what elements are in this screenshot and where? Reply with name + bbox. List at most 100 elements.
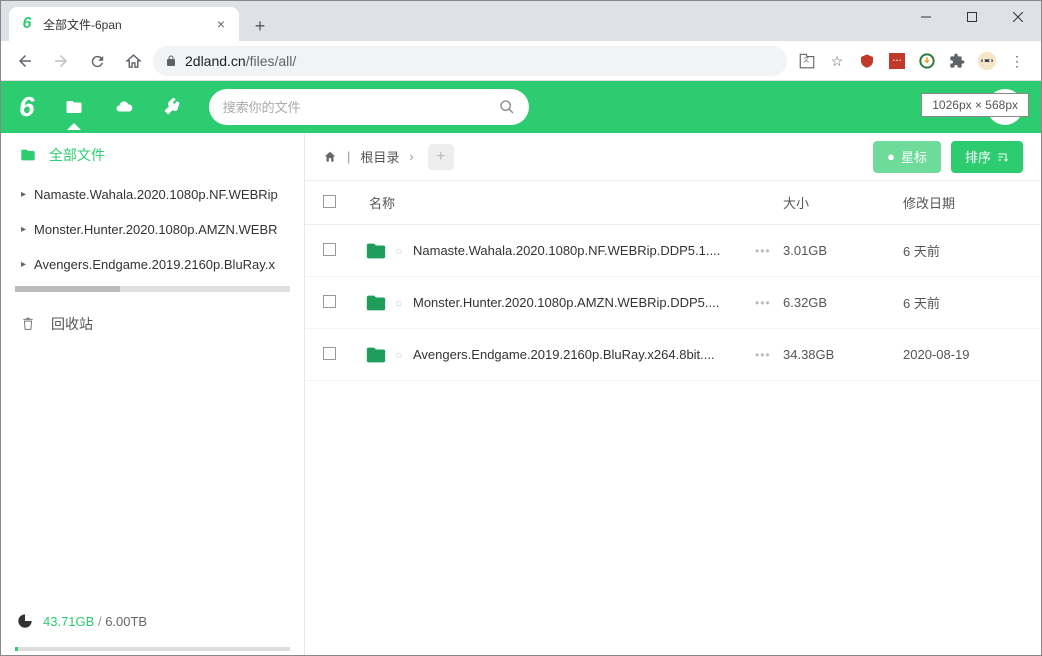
sidebar-item[interactable]: ▸ Monster.Hunter.2020.1080p.AMZN.WEBR [1,212,304,247]
file-list: ○ Namaste.Wahala.2020.1080p.NF.WEBRip.DD… [305,225,1041,655]
home-button[interactable] [117,45,149,77]
add-button[interactable]: + [428,144,454,170]
sidebar-root-folder[interactable]: 全部文件 [1,133,304,177]
storage-text: 43.71GB / 6.00TB [43,614,147,629]
sidebar-item-label: Monster.Hunter.2020.1080p.AMZN.WEBR [34,222,278,237]
maximize-button[interactable] [949,1,995,33]
sidebar-item[interactable]: ▸ Namaste.Wahala.2020.1080p.NF.WEBRip [1,177,304,212]
sort-button[interactable]: 排序 [951,141,1023,173]
tab-title: 全部文件-6pan [43,16,205,33]
main-panel: | 根目录 › + ● 星标 排序 名称 [305,133,1041,655]
sidebar-item-label: Namaste.Wahala.2020.1080p.NF.WEBRip [34,187,278,202]
translate-icon[interactable]: 文 [797,51,817,71]
dimension-overlay: 1026px × 568px [921,93,1029,117]
sidebar: 全部文件 ▸ Namaste.Wahala.2020.1080p.NF.WEBR… [1,133,305,655]
folder-icon [363,344,395,366]
browser-tab[interactable]: 6 全部文件-6pan × [9,7,239,41]
status-icon: ○ [395,244,413,258]
extension-icons: 文 ☆ • • • ⋮ [791,51,1033,71]
file-date: 6 天前 [903,241,1023,260]
favicon: 6 [19,16,35,32]
storage-indicator: 43.71GB / 6.00TB [1,601,304,655]
home-icon[interactable] [323,150,337,164]
star-label: 星标 [901,147,927,166]
files-icon[interactable] [63,98,85,116]
ext-red-icon[interactable]: • • • [887,51,907,71]
file-name[interactable]: Namaste.Wahala.2020.1080p.NF.WEBRip.DDP5… [413,243,755,258]
trash-label: 回收站 [51,314,93,334]
search-icon[interactable] [499,99,515,115]
close-tab-icon[interactable]: × [213,16,229,32]
app: 1026px × 568px 6 全部 [1,81,1041,655]
search-box[interactable] [209,89,529,125]
sidebar-item[interactable]: ▸ Avengers.Endgame.2019.2160p.BluRay.x [1,247,304,282]
dot-icon: ● [887,149,895,164]
file-size: 34.38GB [783,347,903,362]
star-button[interactable]: ● 星标 [873,141,941,173]
folder-icon [363,292,395,314]
forward-button[interactable] [45,45,77,77]
caret-icon: ▸ [21,224,26,235]
breadcrumb: | 根目录 › + ● 星标 排序 [305,133,1041,181]
ublock-icon[interactable] [857,51,877,71]
bookmark-star-icon[interactable]: ☆ [827,51,847,71]
col-date[interactable]: 修改日期 [903,193,1023,212]
file-row[interactable]: ○ Avengers.Endgame.2019.2160p.BluRay.x26… [305,329,1041,381]
lock-icon [165,54,177,68]
file-name[interactable]: Monster.Hunter.2020.1080p.AMZN.WEBRip.DD… [413,295,755,310]
chevron-right-icon: › [409,149,413,164]
breadcrumb-root[interactable]: 根目录 [360,147,399,166]
address-bar: 2dland.cn/files/all/ 文 ☆ • • • ⋮ [1,41,1041,81]
back-button[interactable] [9,45,41,77]
folder-icon [19,147,37,163]
more-icon[interactable]: ••• [755,348,783,362]
search-input[interactable] [223,100,499,115]
horizontal-scrollbar[interactable] [15,286,290,292]
status-icon: ○ [395,348,413,362]
settings-icon[interactable] [163,98,181,116]
tab-bar: 6 全部文件-6pan × + [1,1,1041,41]
col-name[interactable]: 名称 [363,193,783,212]
col-size[interactable]: 大小 [783,193,903,212]
url-bar[interactable]: 2dland.cn/files/all/ [153,46,787,76]
breadcrumb-sep: | [347,149,350,164]
caret-icon: ▸ [21,259,26,270]
caret-icon: ▸ [21,189,26,200]
select-all-checkbox[interactable] [323,195,363,211]
row-checkbox[interactable] [323,347,363,363]
sidebar-trash[interactable]: 回收站 [1,302,304,346]
extensions-icon[interactable] [947,51,967,71]
close-window-button[interactable] [995,1,1041,33]
app-body: 全部文件 ▸ Namaste.Wahala.2020.1080p.NF.WEBR… [1,133,1041,655]
more-icon[interactable]: ••• [755,296,783,310]
folder-icon [363,240,395,262]
row-checkbox[interactable] [323,295,363,311]
table-header: 名称 大小 修改日期 [305,181,1041,225]
file-row[interactable]: ○ Namaste.Wahala.2020.1080p.NF.WEBRip.DD… [305,225,1041,277]
file-size: 3.01GB [783,243,903,258]
url-text: 2dland.cn/files/all/ [185,53,296,69]
status-icon: ○ [395,296,413,310]
row-checkbox[interactable] [323,243,363,259]
sidebar-root-label: 全部文件 [49,145,105,165]
file-size: 6.32GB [783,295,903,310]
file-row[interactable]: ○ Monster.Hunter.2020.1080p.AMZN.WEBRip.… [305,277,1041,329]
more-icon[interactable]: ••• [755,244,783,258]
minimize-button[interactable] [903,1,949,33]
folder-tree: 全部文件 ▸ Namaste.Wahala.2020.1080p.NF.WEBR… [1,133,304,601]
cloud-icon[interactable] [113,98,135,116]
trash-icon [21,316,35,332]
logo[interactable]: 6 [19,91,35,123]
file-name[interactable]: Avengers.Endgame.2019.2160p.BluRay.x264.… [413,347,755,362]
reload-button[interactable] [81,45,113,77]
browser-chrome: 6 全部文件-6pan × + [1,1,1041,81]
window-controls [903,1,1041,33]
new-tab-button[interactable]: + [245,11,275,41]
profile-avatar-icon[interactable] [977,51,997,71]
sidebar-item-label: Avengers.Endgame.2019.2160p.BluRay.x [34,257,275,272]
menu-icon[interactable]: ⋮ [1007,51,1027,71]
storage-bar [15,647,290,651]
pie-chart-icon [17,613,33,629]
idm-icon[interactable] [917,51,937,71]
app-header: 6 [1,81,1041,133]
